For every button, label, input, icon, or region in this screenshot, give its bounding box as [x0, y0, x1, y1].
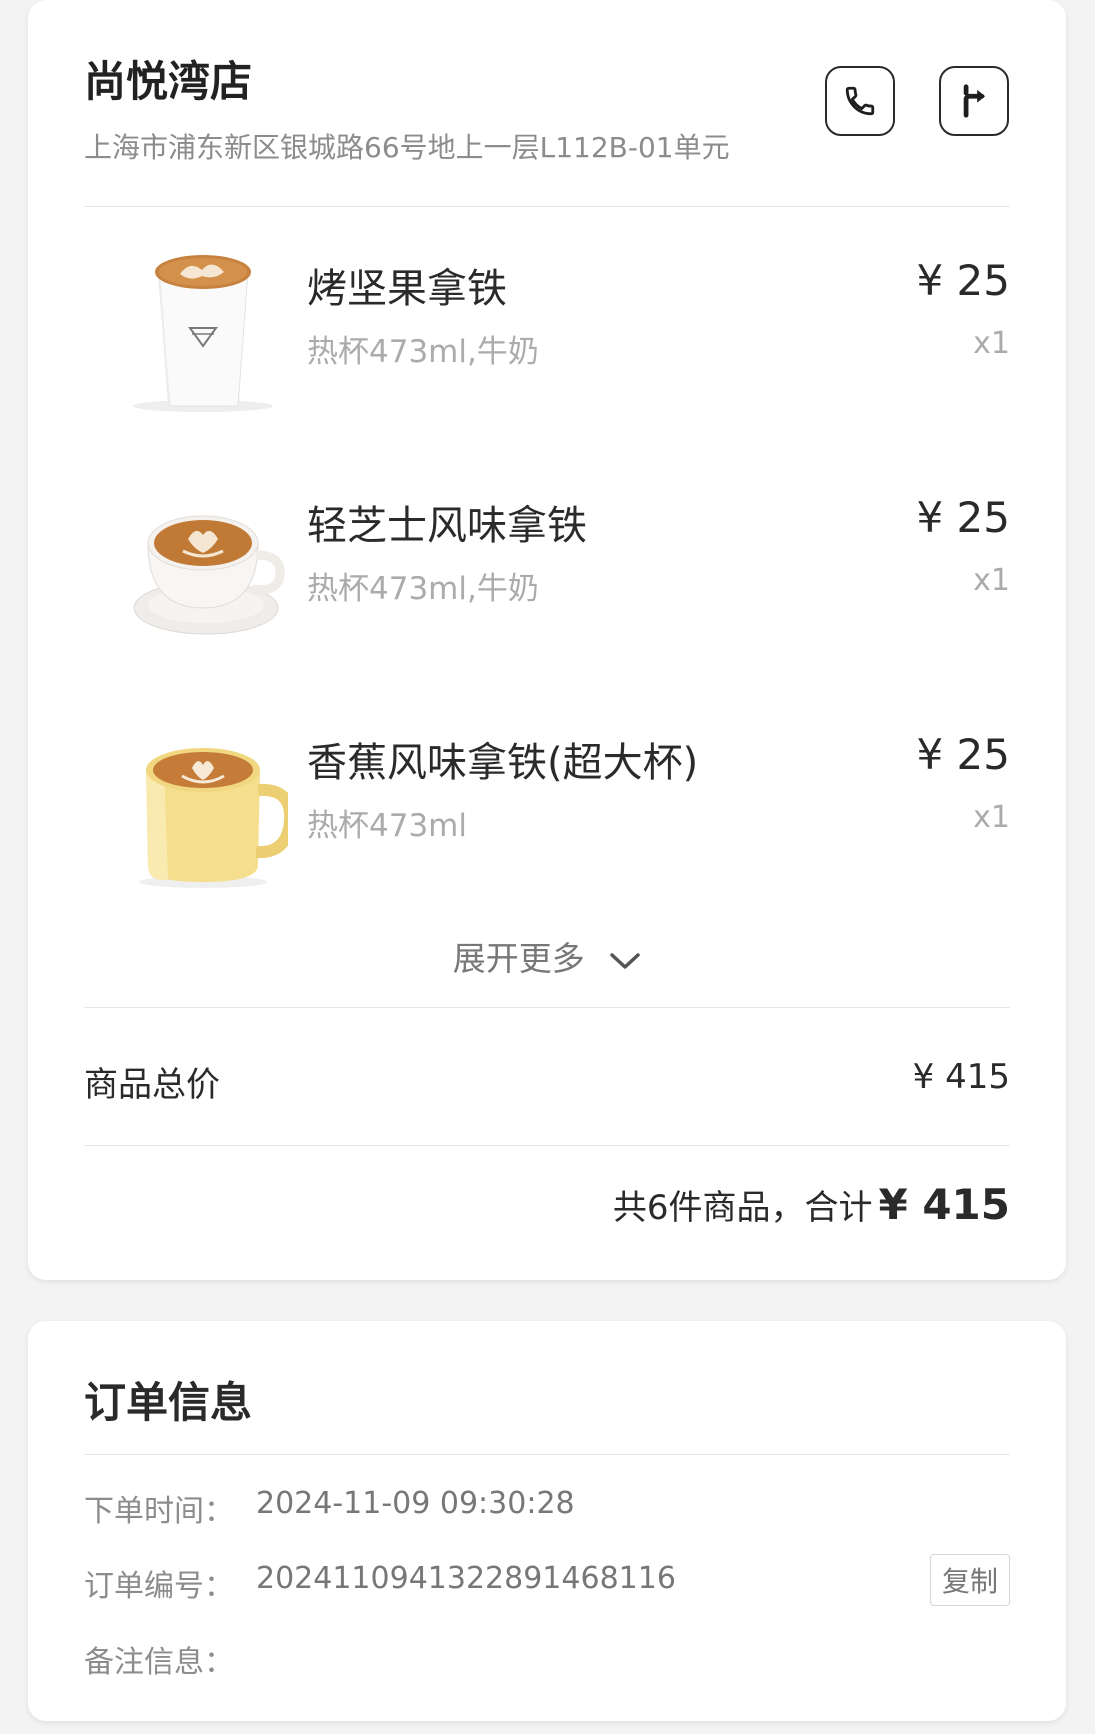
subtotal-label: 商品总价: [84, 1065, 220, 1105]
order-total: 共6件商品，合计 ¥ 415: [613, 1180, 1010, 1229]
order-note-label: 备注信息：: [84, 1645, 234, 1680]
store-address: 上海市浦东新区银城路66号地上一层L112B-01单元: [84, 131, 730, 164]
total-prefix: 共6件商品，合计: [612, 1188, 873, 1228]
call-store-button[interactable]: [825, 66, 895, 136]
item-price: ¥ 25: [916, 256, 1010, 305]
white-paper-cup-latte-image: [133, 255, 273, 412]
divider: [84, 206, 1010, 207]
expand-more-label: 展开更多: [452, 939, 585, 978]
order-item[interactable]: 轻芝士风味拿铁 热杯473ml,牛奶 ¥ 25 x1: [28, 463, 1066, 663]
item-price: ¥ 25: [916, 493, 1010, 542]
chevron-down-icon: [610, 952, 640, 969]
item-spec: 热杯473ml,牛奶: [307, 334, 539, 370]
yellow-mug-latte-image: [139, 748, 288, 888]
divider: [84, 1454, 1010, 1455]
phone-icon: [845, 86, 875, 116]
order-info-card: 订单信息 下单时间： 2024-11-09 09:30:28 订单编号： 202…: [28, 1321, 1066, 1721]
item-price: ¥ 25: [916, 730, 1010, 779]
order-info-title: 订单信息: [84, 1378, 253, 1427]
item-name: 烤坚果拿铁: [307, 266, 507, 312]
item-name: 轻芝士风味拿铁: [307, 503, 587, 549]
store-name: 尚悦湾店: [84, 57, 253, 106]
turn-right-arrow-icon: [963, 84, 986, 118]
item-spec: 热杯473ml: [307, 808, 467, 844]
store-order-card: 尚悦湾店 上海市浦东新区银城路66号地上一层L112B-01单元 烤坚果拿铁 热…: [28, 0, 1066, 1280]
item-quantity: x1: [973, 326, 1010, 361]
item-name: 香蕉风味拿铁(超大杯): [307, 740, 699, 786]
item-quantity: x1: [973, 563, 1010, 598]
total-amount: ¥ 415: [878, 1180, 1010, 1229]
divider: [84, 1007, 1010, 1008]
order-time-value: 2024-11-09 09:30:28: [256, 1486, 575, 1521]
item-quantity: x1: [973, 800, 1010, 835]
subtotal-value: ¥ 415: [912, 1057, 1010, 1097]
expand-more-button[interactable]: 展开更多: [28, 932, 1066, 980]
divider: [84, 1145, 1010, 1146]
item-spec: 热杯473ml,牛奶: [307, 571, 539, 607]
copy-order-number-button[interactable]: 复制: [930, 1554, 1010, 1606]
navigate-button[interactable]: [939, 66, 1009, 136]
order-number-label: 订单编号：: [84, 1569, 234, 1604]
order-item[interactable]: 烤坚果拿铁 热杯473ml,牛奶 ¥ 25 x1: [28, 226, 1066, 426]
white-cup-saucer-latte-image: [133, 515, 285, 635]
order-number-value: 2024110941322891468116: [256, 1561, 676, 1596]
order-item[interactable]: 香蕉风味拿铁(超大杯) 热杯473ml ¥ 25 x1: [28, 700, 1066, 900]
order-time-label: 下单时间：: [84, 1494, 234, 1529]
